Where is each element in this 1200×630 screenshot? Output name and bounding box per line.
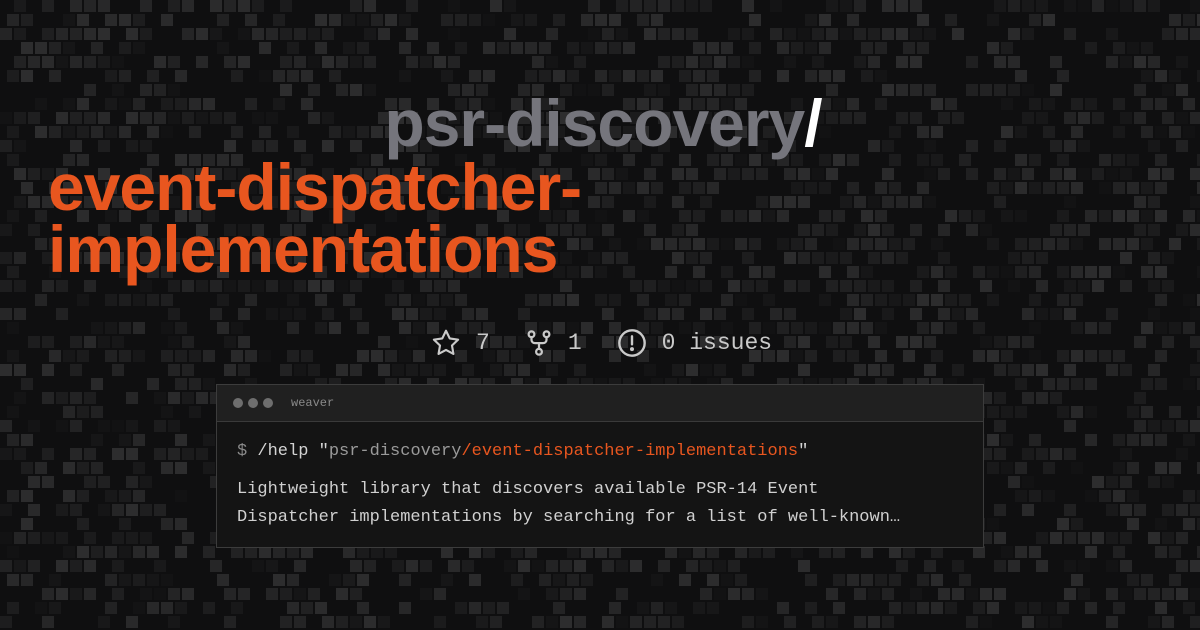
quote-open: " bbox=[318, 442, 329, 461]
issue-icon bbox=[616, 327, 662, 359]
command-name: /help bbox=[257, 442, 309, 461]
stars-count: 7 bbox=[476, 330, 490, 356]
terminal-window: weaver $ /help "psr-discovery/event-disp… bbox=[216, 384, 984, 548]
repo-name: event-dispatcher-implementations bbox=[48, 150, 582, 286]
quote-close: " bbox=[798, 442, 809, 461]
command-owner: psr-discovery bbox=[328, 442, 462, 461]
command-line: $ /help "psr-discovery/event-dispatcher-… bbox=[237, 440, 963, 464]
prompt-symbol: $ bbox=[237, 442, 248, 461]
window-dot-icon bbox=[263, 398, 273, 408]
stars-stat: 7 bbox=[430, 327, 490, 359]
command-repo: event-dispatcher-implementations bbox=[471, 442, 799, 461]
terminal-title: weaver bbox=[291, 396, 335, 410]
issues-count: 0 issues bbox=[661, 330, 773, 356]
star-icon bbox=[430, 327, 476, 359]
repo-title: psr-discovery/ event-dispatcher-implemen… bbox=[48, 84, 1158, 286]
terminal-body: $ /help "psr-discovery/event-dispatcher-… bbox=[217, 422, 983, 532]
window-dot-icon bbox=[248, 398, 258, 408]
forks-count: 1 bbox=[567, 330, 582, 356]
description-line-1: Lightweight library that discovers avail… bbox=[237, 480, 819, 499]
terminal-title-bar: weaver bbox=[217, 385, 983, 422]
forks-stat: 1 bbox=[524, 328, 582, 358]
fork-icon bbox=[524, 328, 568, 358]
description-line-2: Dispatcher implementations by searching … bbox=[237, 508, 901, 527]
owner-name: psr-discovery bbox=[384, 86, 805, 160]
repo-stats: 7 1 0 issues bbox=[430, 326, 806, 360]
window-dot-icon bbox=[233, 398, 243, 408]
issues-stat: 0 issues bbox=[616, 327, 772, 359]
command-separator: / bbox=[461, 442, 472, 461]
repo-description: Lightweight library that discovers avail… bbox=[237, 476, 963, 532]
title-separator: / bbox=[804, 86, 822, 160]
